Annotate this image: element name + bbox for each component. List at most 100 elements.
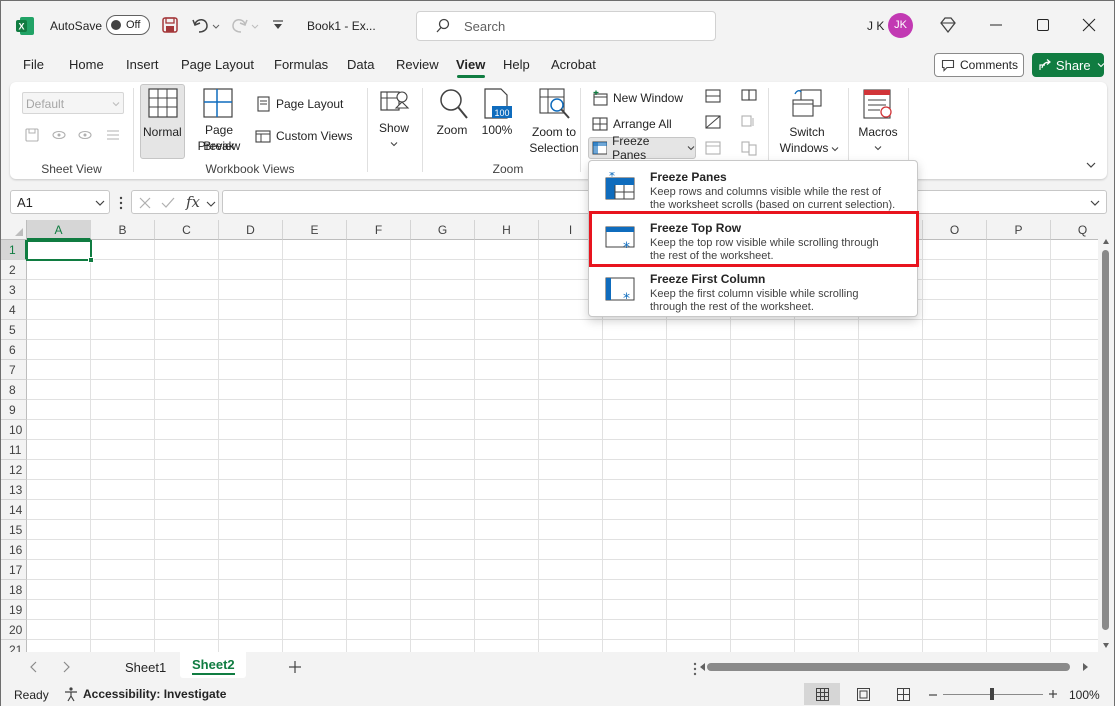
zoom-out-minus-icon[interactable] — [928, 690, 938, 700]
column-header-o[interactable]: O — [923, 220, 987, 240]
tab-insert[interactable]: Insert — [126, 57, 159, 72]
page-layout-button[interactable]: Page Layout — [255, 94, 343, 114]
tab-view[interactable]: View — [456, 57, 485, 72]
row-header-20[interactable]: 20 — [1, 620, 27, 640]
new-window-button[interactable]: New Window — [592, 88, 683, 108]
row-header-4[interactable]: 4 — [1, 300, 27, 320]
zoom-percent[interactable]: 100% — [1069, 688, 1100, 702]
fill-handle[interactable] — [88, 257, 94, 263]
column-header-c[interactable]: C — [155, 220, 219, 240]
avatar[interactable]: JK — [888, 13, 913, 38]
show-button[interactable]: Show — [372, 86, 416, 156]
row-header-19[interactable]: 19 — [1, 600, 27, 620]
autosave-toggle[interactable]: Off — [106, 15, 150, 35]
worksheet-grid[interactable]: ABCDEFGHIJKLMNOPQ 1234567891011121314151… — [1, 220, 1098, 652]
undo-icon[interactable] — [191, 16, 221, 34]
expand-formula-chevron-icon[interactable] — [1090, 199, 1100, 207]
row-header-15[interactable]: 15 — [1, 520, 27, 540]
tab-help[interactable]: Help — [503, 57, 530, 72]
horizontal-scroll-thumb[interactable] — [707, 663, 1070, 671]
maximize-icon[interactable] — [1036, 18, 1050, 32]
zoom-slider-thumb[interactable] — [990, 688, 994, 700]
row-header-16[interactable]: 16 — [1, 540, 27, 560]
column-header-f[interactable]: F — [347, 220, 411, 240]
row-header-2[interactable]: 2 — [1, 260, 27, 280]
zoom-button[interactable]: Zoom — [430, 86, 474, 156]
zoom-to-selection-button[interactable]: Zoom to Selection — [520, 86, 588, 156]
vertical-scrollbar[interactable] — [1098, 220, 1114, 652]
sheet-tab-sheet2-active[interactable]: Sheet2 — [180, 652, 246, 678]
page-layout-view-icon[interactable] — [857, 688, 870, 701]
accessibility-checker[interactable]: Accessibility: Investigate — [63, 686, 226, 702]
tab-review[interactable]: Review — [396, 57, 439, 72]
column-header-h[interactable]: H — [475, 220, 539, 240]
scroll-down-arrow-icon[interactable] — [1102, 641, 1110, 649]
column-header-e[interactable]: E — [283, 220, 347, 240]
row-header-6[interactable]: 6 — [1, 340, 27, 360]
share-button[interactable]: Share — [1032, 53, 1104, 77]
column-header-q[interactable]: Q — [1051, 220, 1098, 240]
name-box[interactable]: A1 — [10, 190, 110, 214]
sheet-view-dropdown[interactable]: Default — [22, 92, 124, 114]
tab-data[interactable]: Data — [347, 57, 374, 72]
prev-sheet-arrow-icon[interactable] — [29, 661, 39, 673]
vertical-scroll-thumb[interactable] — [1102, 250, 1109, 630]
row-header-21[interactable]: 21 — [1, 640, 27, 652]
tab-formulas[interactable]: Formulas — [274, 57, 328, 72]
page-break-view-icon[interactable] — [897, 688, 910, 701]
menu-item-freeze-first-column[interactable]: * Freeze First Column Keep the first col… — [589, 266, 917, 314]
sheet-tab-sheet1[interactable]: Sheet1 — [125, 660, 166, 675]
row-header-1[interactable]: 1 — [1, 240, 27, 260]
cancel-x-icon[interactable] — [138, 196, 152, 210]
normal-view-button[interactable]: Normal — [140, 84, 185, 159]
freeze-panes-button[interactable]: Freeze Panes — [588, 134, 696, 162]
scroll-right-arrow-icon[interactable] — [1082, 662, 1090, 672]
normal-view-status-button[interactable] — [804, 683, 840, 705]
tab-file[interactable]: File — [23, 57, 44, 72]
tab-split-handle-icon[interactable] — [693, 662, 697, 676]
row-header-5[interactable]: 5 — [1, 320, 27, 340]
search-box[interactable]: Search — [416, 11, 716, 41]
enter-check-icon[interactable] — [160, 196, 176, 210]
column-header-p[interactable]: P — [987, 220, 1051, 240]
row-header-18[interactable]: 18 — [1, 580, 27, 600]
row-header-12[interactable]: 12 — [1, 460, 27, 480]
column-header-b[interactable]: B — [91, 220, 155, 240]
diamond-premium-icon[interactable] — [939, 16, 957, 34]
switch-windows-button[interactable]: Switch Windows — [773, 86, 841, 156]
scroll-up-arrow-icon[interactable] — [1102, 238, 1110, 246]
insert-function-button[interactable]: fx — [186, 193, 200, 211]
comments-button[interactable]: Comments — [934, 53, 1024, 77]
add-sheet-plus-icon[interactable] — [288, 660, 302, 674]
row-header-8[interactable]: 8 — [1, 380, 27, 400]
tab-acrobat[interactable]: Acrobat — [551, 57, 596, 72]
more-options-icon[interactable] — [119, 196, 123, 210]
zoom-in-plus-icon[interactable] — [1048, 689, 1058, 699]
row-header-11[interactable]: 11 — [1, 440, 27, 460]
collapse-ribbon-chevron-icon[interactable] — [1085, 159, 1097, 171]
row-header-10[interactable]: 10 — [1, 420, 27, 440]
row-header-7[interactable]: 7 — [1, 360, 27, 380]
selected-cell-a1[interactable] — [26, 240, 94, 263]
macros-button[interactable]: Macros — [854, 86, 902, 156]
arrange-all-button[interactable]: Arrange All — [592, 114, 672, 134]
row-header-17[interactable]: 17 — [1, 560, 27, 580]
customize-qat-icon[interactable] — [271, 18, 285, 32]
column-header-d[interactable]: D — [219, 220, 283, 240]
row-header-13[interactable]: 13 — [1, 480, 27, 500]
minimize-icon[interactable] — [989, 18, 1003, 32]
column-header-g[interactable]: G — [411, 220, 475, 240]
menu-item-freeze-panes[interactable]: * Freeze Panes Keep rows and columns vis… — [589, 164, 917, 212]
redo-icon[interactable] — [231, 16, 261, 34]
close-icon[interactable] — [1082, 18, 1096, 32]
row-header-3[interactable]: 3 — [1, 280, 27, 300]
zoom-100-button[interactable]: 100 100% — [477, 86, 517, 156]
next-sheet-arrow-icon[interactable] — [61, 661, 71, 673]
tab-page-layout[interactable]: Page Layout — [181, 57, 254, 72]
split-hide-unhide-icons[interactable] — [704, 88, 722, 158]
scroll-left-arrow-icon[interactable] — [698, 662, 706, 672]
save-icon[interactable] — [161, 16, 179, 34]
column-header-a[interactable]: A — [27, 220, 91, 240]
select-all-corner[interactable] — [1, 220, 27, 240]
page-break-preview-button[interactable]: Page Break Preview — [188, 84, 250, 159]
